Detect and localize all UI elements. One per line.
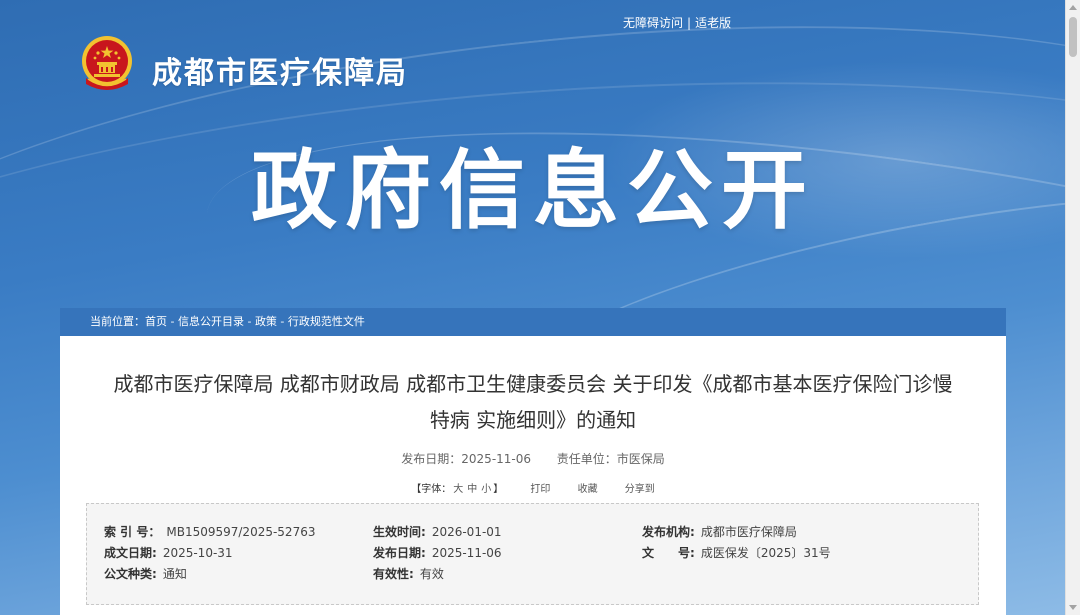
article-title-line: 成都市医疗保障局 成都市财政局 成都市卫生健康委员会 关于印发《成都市基本医疗保… bbox=[113, 372, 953, 396]
index-number: 索 引 号： MB1509597/2025-52763 bbox=[104, 522, 315, 542]
font-size-medium-button[interactable]: 中 bbox=[467, 484, 477, 495]
publish-date-value: 2025-11-06 bbox=[461, 452, 532, 466]
document-type-value: 通知 bbox=[162, 567, 187, 581]
elderly-mode-link[interactable]: 适老版 bbox=[695, 16, 731, 30]
breadcrumb-item-normative-docs[interactable]: 行政规范性文件 bbox=[288, 315, 365, 328]
breadcrumb-prefix: 当前位置： bbox=[90, 315, 145, 328]
validity-value: 有效 bbox=[419, 567, 444, 581]
banner-title: 政府信息公开 bbox=[251, 141, 815, 241]
font-size-control: 【字体：大中小】 bbox=[411, 480, 503, 495]
written-date-value: 2025-10-31 bbox=[162, 546, 233, 560]
document-number-value: 成医保发〔2025〕31号 bbox=[700, 546, 831, 560]
index-number-value: MB1509597/2025-52763 bbox=[166, 525, 316, 539]
accessibility-link[interactable]: 无障碍访问 bbox=[623, 16, 683, 30]
document-info-box: 索 引 号： MB1509597/2025-52763 生效时间: 2026-01-… bbox=[86, 503, 979, 605]
validity: 有效性: 有效 bbox=[373, 564, 444, 584]
breadcrumb-separator: - bbox=[276, 315, 288, 328]
font-size-large-button[interactable]: 大 bbox=[453, 484, 463, 495]
scroll-down-arrow-icon[interactable] bbox=[1069, 605, 1077, 610]
department-label: 责任单位： bbox=[556, 452, 617, 466]
info-publish-date-value: 2025-11-06 bbox=[431, 546, 502, 560]
written-date: 成文日期: 2025-10-31 bbox=[104, 543, 233, 563]
document-type-label: 公文种类: bbox=[104, 567, 157, 581]
index-number-label: 索 引 号： bbox=[104, 525, 161, 539]
breadcrumb-item-policy[interactable]: 政策 bbox=[255, 315, 277, 328]
effective-time-label: 生效时间: bbox=[373, 525, 426, 539]
site-name[interactable]: 成都市医疗保障局 bbox=[152, 48, 408, 92]
publish-date-label: 发布日期： bbox=[401, 452, 462, 466]
issuer: 发布机构: 成都市医疗保障局 bbox=[642, 522, 797, 542]
breadcrumb-separator: - bbox=[243, 315, 255, 328]
top-links-separator: | bbox=[687, 16, 692, 30]
document-type: 公文种类: 通知 bbox=[104, 564, 187, 584]
breadcrumb-separator: - bbox=[167, 315, 178, 328]
scrollbar-thumb[interactable] bbox=[1069, 17, 1077, 57]
effective-time: 生效时间: 2026-01-01 bbox=[373, 522, 502, 542]
breadcrumb-item-home[interactable]: 首页 bbox=[145, 315, 167, 328]
written-date-label: 成文日期: bbox=[104, 546, 157, 560]
breadcrumb: 当前位置：首页 - 信息公开目录 - 政策 - 行政规范性文件 bbox=[60, 308, 1006, 336]
vertical-scrollbar[interactable] bbox=[1065, 0, 1080, 615]
effective-time-value: 2026-01-01 bbox=[431, 525, 502, 539]
document-number: 文 号: 成医保发〔2025〕31号 bbox=[642, 543, 831, 563]
font-size-small-button[interactable]: 小 bbox=[481, 484, 491, 495]
validity-label: 有效性: bbox=[373, 567, 414, 581]
issuer-value: 成都市医疗保障局 bbox=[700, 525, 797, 539]
info-publish-date-label: 发布日期: bbox=[373, 546, 426, 560]
page: 无障碍访问 | 适老版 成都市医疗保障局 政府信息公开 当前位置：首页 - 信息… bbox=[0, 0, 1080, 615]
document-number-label: 文 号: bbox=[642, 546, 695, 560]
article-tools: 【字体：大中小】 打印 收藏 分享到 bbox=[60, 480, 1006, 495]
article-title-line: 特病 实施细则》的通知 bbox=[429, 408, 637, 432]
article-content: 成都市医疗保障局 成都市财政局 成都市卫生健康委员会 关于印发《成都市基本医疗保… bbox=[60, 336, 1006, 615]
department-value: 市医保局 bbox=[616, 452, 665, 466]
article-title: 成都市医疗保障局 成都市财政局 成都市卫生健康委员会 关于印发《成都市基本医疗保… bbox=[80, 366, 986, 438]
font-size-prefix: 【字体： bbox=[411, 484, 452, 495]
font-size-suffix: 】 bbox=[493, 484, 504, 495]
top-links: 无障碍访问 | 适老版 bbox=[623, 14, 731, 31]
issuer-label: 发布机构: bbox=[642, 525, 695, 539]
article-meta: 发布日期：2025-11-06 责任单位：市医保局 bbox=[60, 450, 1006, 467]
scroll-up-arrow-icon[interactable] bbox=[1069, 5, 1077, 10]
national-emblem-icon[interactable] bbox=[78, 34, 136, 94]
breadcrumb-item-info-directory[interactable]: 信息公开目录 bbox=[178, 315, 244, 328]
share-button[interactable]: 分享到 bbox=[625, 480, 655, 495]
info-publish-date: 发布日期: 2025-11-06 bbox=[373, 543, 502, 563]
favorite-button[interactable]: 收藏 bbox=[578, 480, 598, 495]
print-button[interactable]: 打印 bbox=[530, 480, 550, 495]
